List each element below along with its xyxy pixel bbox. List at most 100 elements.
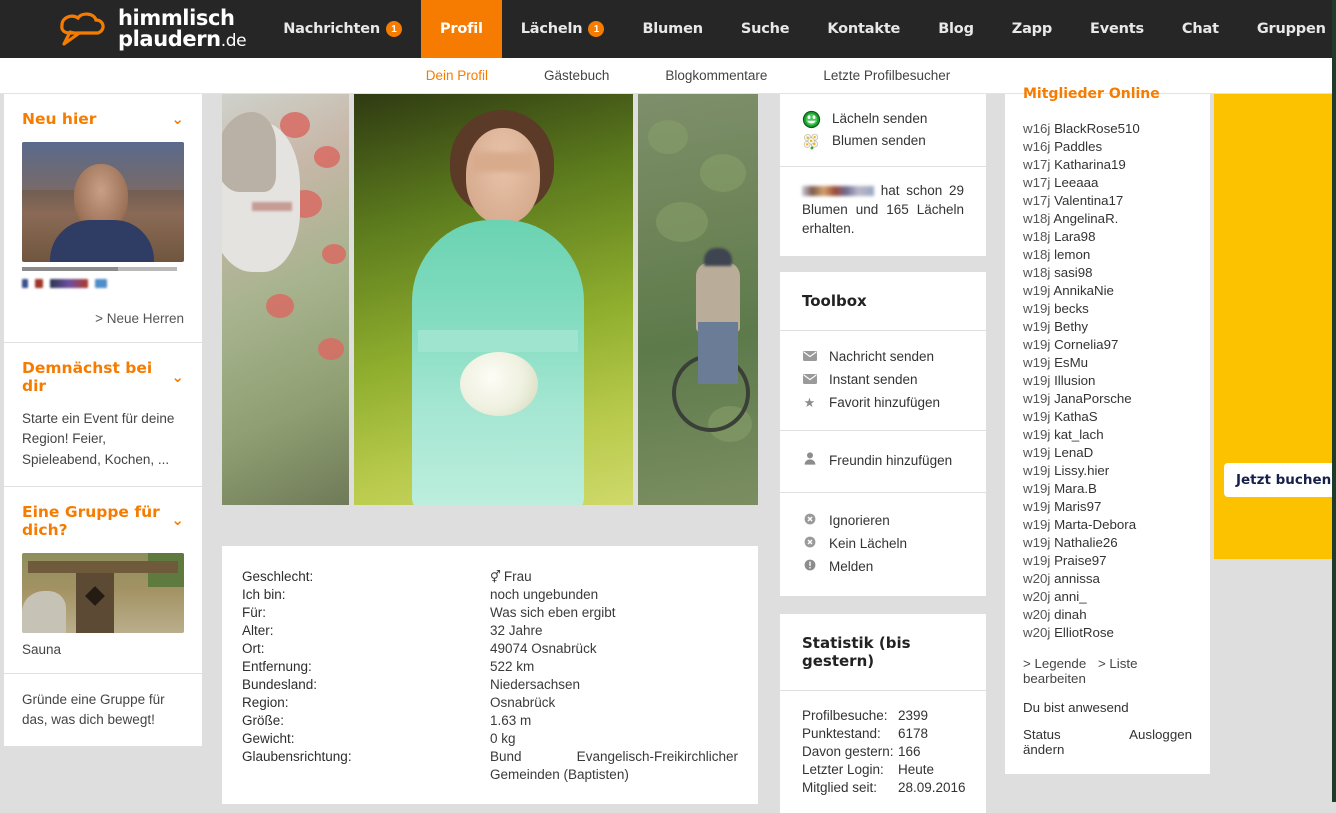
member-name[interactable]: JanaPorsche <box>1054 391 1132 406</box>
member-list-item[interactable]: w17j Valentina17 <box>1023 192 1192 210</box>
gallery-photo-1[interactable] <box>222 94 349 505</box>
nav-item-blog[interactable]: Blog <box>919 0 993 58</box>
send-flowers-action[interactable]: Blumen senden <box>802 130 964 152</box>
member-name[interactable]: Bethy <box>1054 319 1088 334</box>
nav-item-gruppen[interactable]: Gruppen <box>1238 0 1336 58</box>
toolbox-item-kein-l-cheln[interactable]: Kein Lächeln <box>802 532 964 555</box>
subnav-item-letzte-profilbesucher[interactable]: Letzte Profilbesucher <box>795 59 978 93</box>
member-list-item[interactable]: w19j Maris97 <box>1023 498 1192 516</box>
member-name[interactable]: KathaS <box>1054 409 1098 424</box>
nav-item-chat[interactable]: Chat <box>1163 0 1238 58</box>
member-name[interactable]: LenaD <box>1054 445 1093 460</box>
member-name[interactable]: BlackRose510 <box>1054 121 1140 136</box>
toolbox-item-favorit-hinzuf-gen[interactable]: ★ Favorit hinzufügen <box>802 391 964 414</box>
nav-item-profil[interactable]: Profil <box>420 0 502 58</box>
member-name[interactable]: kat_lach <box>1054 427 1104 442</box>
chevron-down-icon[interactable]: ⌄ <box>171 513 184 528</box>
member-list-item[interactable]: w18j sasi98 <box>1023 264 1192 282</box>
member-list-item[interactable]: w19j Illusion <box>1023 372 1192 390</box>
member-name[interactable]: Lissy.hier <box>1054 463 1109 478</box>
member-list-item[interactable]: w19j Marta-Debora <box>1023 516 1192 534</box>
member-name[interactable]: Leeaaa <box>1054 175 1098 190</box>
nav-item-l-cheln[interactable]: Lächeln 1 <box>502 0 624 58</box>
nav-item-events[interactable]: Events <box>1071 0 1163 58</box>
chevron-down-icon[interactable]: ⌄ <box>171 369 184 385</box>
sidebar-panel-header[interactable]: Neu hier ⌄ <box>22 110 184 128</box>
member-list-item[interactable]: w20j ElliotRose <box>1023 624 1192 642</box>
member-list-item[interactable]: w19j LenaD <box>1023 444 1192 462</box>
nav-item-blumen[interactable]: Blumen <box>623 0 721 58</box>
member-name[interactable]: becks <box>1054 301 1089 316</box>
nav-item-kontakte[interactable]: Kontakte <box>808 0 919 58</box>
logout-link[interactable]: Ausloggen <box>1129 727 1192 757</box>
member-list-item[interactable]: w19j Bethy <box>1023 318 1192 336</box>
member-list-item[interactable]: w17j Katharina19 <box>1023 156 1192 174</box>
advertisement-banner[interactable]: Jetzt buchen <box>1214 94 1336 559</box>
member-name[interactable]: sasi98 <box>1054 265 1092 280</box>
toolbox-item-instant-senden[interactable]: Instant senden <box>802 368 964 391</box>
member-list-item[interactable]: w19j Nathalie26 <box>1023 534 1192 552</box>
member-name[interactable]: Nathalie26 <box>1054 535 1118 550</box>
member-name[interactable]: Lara98 <box>1054 229 1095 244</box>
member-list-item[interactable]: w18j AngelinaR. <box>1023 210 1192 228</box>
member-list-item[interactable]: w19j Praise97 <box>1023 552 1192 570</box>
nav-item-suche[interactable]: Suche <box>722 0 809 58</box>
member-list-item[interactable]: w16j Paddles <box>1023 138 1192 156</box>
change-status-link[interactable]: Status ändern <box>1023 727 1099 757</box>
member-name[interactable]: annissa <box>1054 571 1100 586</box>
member-name[interactable]: Valentina17 <box>1054 193 1123 208</box>
toolbox-item-ignorieren[interactable]: Ignorieren <box>802 509 964 532</box>
group-caption[interactable]: Sauna <box>22 642 184 657</box>
member-name[interactable]: Praise97 <box>1054 553 1106 568</box>
chevron-down-icon[interactable]: ⌄ <box>171 111 184 127</box>
legend-link[interactable]: > Legende <box>1023 656 1086 671</box>
site-logo[interactable]: himmlisch plaudern.de <box>0 0 264 58</box>
member-name[interactable]: dinah <box>1054 607 1087 622</box>
member-name[interactable]: Mara.B <box>1054 481 1097 496</box>
subnav-item-dein-profil[interactable]: Dein Profil <box>398 59 516 93</box>
member-name[interactable]: Cornelia97 <box>1054 337 1118 352</box>
member-list-item[interactable]: w19j Mara.B <box>1023 480 1192 498</box>
member-list-item[interactable]: w19j kat_lach <box>1023 426 1192 444</box>
new-member-photo[interactable] <box>22 142 184 262</box>
nav-item-zapp[interactable]: Zapp <box>993 0 1071 58</box>
sidebar-panel-header[interactable]: Demnächst bei dir ⌄ <box>22 359 184 395</box>
member-list-item[interactable]: w17j Leeaaa <box>1023 174 1192 192</box>
member-list-item[interactable]: w18j Lara98 <box>1023 228 1192 246</box>
gallery-photo-2[interactable] <box>353 94 634 505</box>
member-list-item[interactable]: w19j becks <box>1023 300 1192 318</box>
toolbox-item-melden[interactable]: Melden <box>802 555 964 578</box>
member-name[interactable]: AnnikaNie <box>1053 283 1114 298</box>
member-name[interactable]: EsMu <box>1054 355 1088 370</box>
member-list-item[interactable]: w19j Lissy.hier <box>1023 462 1192 480</box>
member-list-item[interactable]: w18j lemon <box>1023 246 1192 264</box>
member-list-item[interactable]: w19j EsMu <box>1023 354 1192 372</box>
member-name[interactable]: Illusion <box>1054 373 1095 388</box>
member-list-item[interactable]: w19j Cornelia97 <box>1023 336 1192 354</box>
toolbox-item-freundin-hinzuf-gen[interactable]: Freundin hinzufügen <box>802 449 964 472</box>
sidebar-panel-header[interactable]: Eine Gruppe für dich? ⌄ <box>22 503 184 539</box>
page-scrollbar[interactable] <box>1332 0 1336 802</box>
member-list-item[interactable]: w19j AnnikaNie <box>1023 282 1192 300</box>
member-name[interactable]: Maris97 <box>1054 499 1101 514</box>
sidebar-link-neue-herren[interactable]: > Neue Herren <box>22 311 184 326</box>
send-smile-action[interactable]: Lächeln senden <box>802 108 964 130</box>
member-list-item[interactable]: w20j dinah <box>1023 606 1192 624</box>
member-name[interactable]: anni_ <box>1054 589 1087 604</box>
photo-scroll-track[interactable] <box>22 267 177 271</box>
member-name[interactable]: lemon <box>1054 247 1090 262</box>
member-list-item[interactable]: w19j JanaPorsche <box>1023 390 1192 408</box>
member-name[interactable]: AngelinaR. <box>1053 211 1118 226</box>
member-name[interactable]: Paddles <box>1054 139 1102 154</box>
member-list-item[interactable]: w20j annissa <box>1023 570 1192 588</box>
member-list-item[interactable]: w19j KathaS <box>1023 408 1192 426</box>
member-list-item[interactable]: w16j BlackRose510 <box>1023 120 1192 138</box>
subnav-item-blogkommentare[interactable]: Blogkommentare <box>637 59 795 93</box>
group-photo[interactable] <box>22 552 184 633</box>
toolbox-item-nachricht-senden[interactable]: Nachricht senden <box>802 345 964 368</box>
gallery-photo-3[interactable] <box>638 94 758 505</box>
nav-item-nachrichten[interactable]: Nachrichten 1 <box>264 0 421 58</box>
member-list-item[interactable]: w20j anni_ <box>1023 588 1192 606</box>
member-name[interactable]: ElliotRose <box>1054 625 1114 640</box>
photo-scroll-thumb[interactable] <box>22 267 118 271</box>
